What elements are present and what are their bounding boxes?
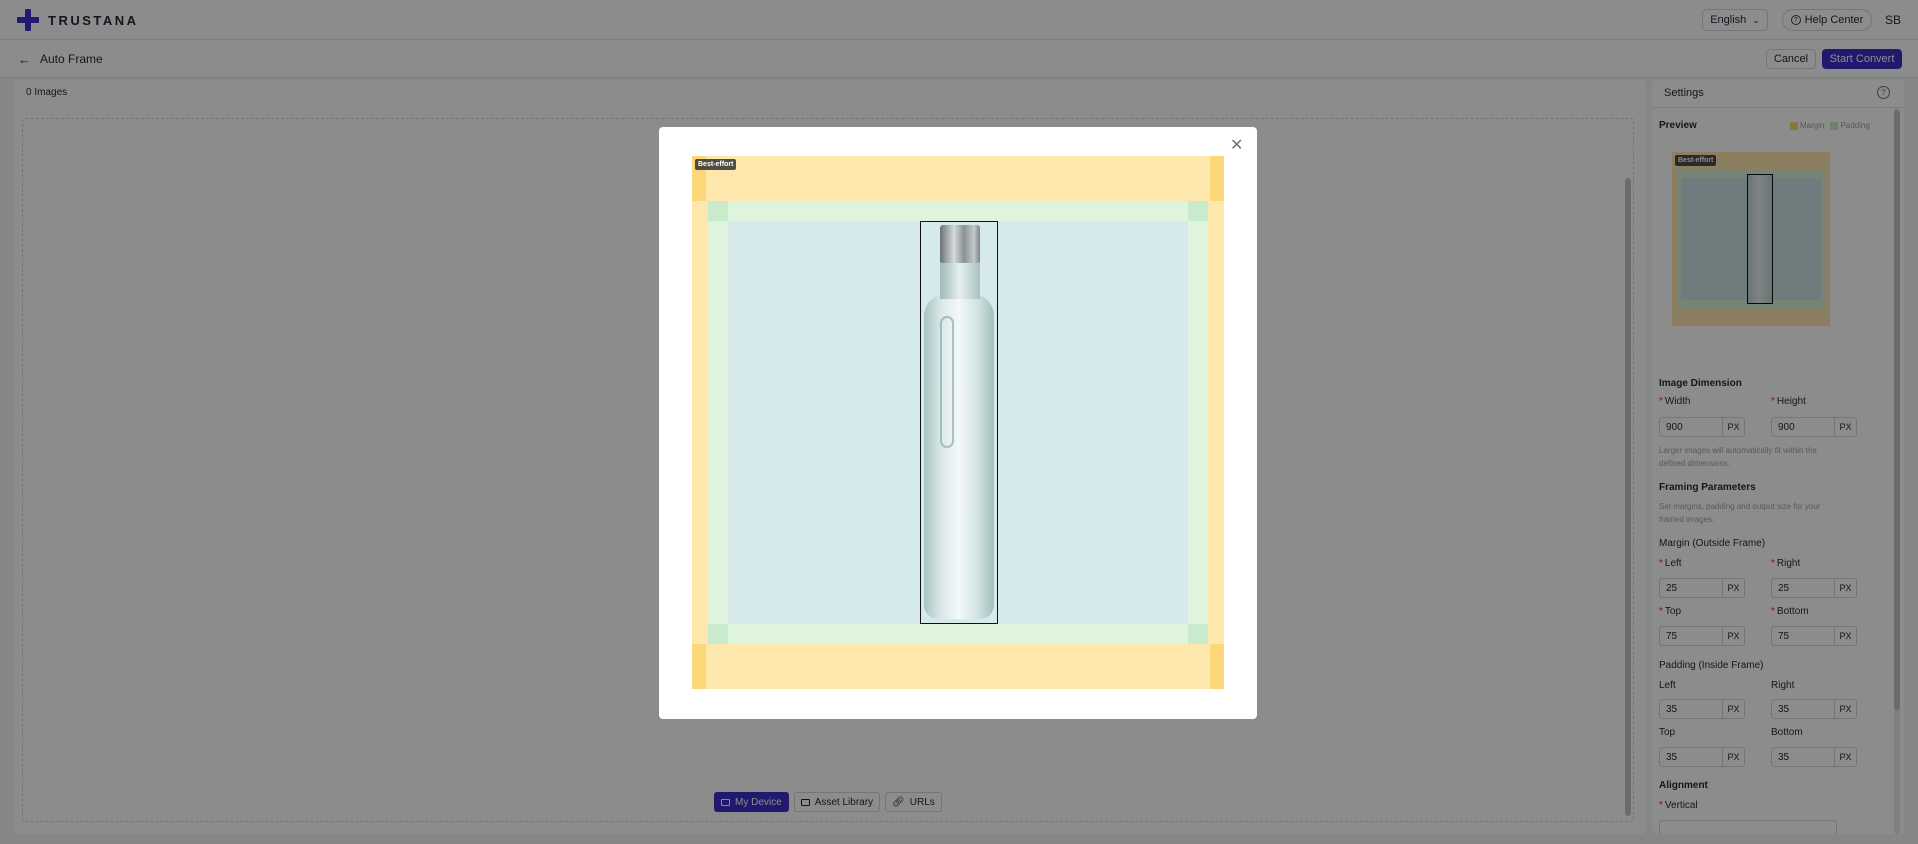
bottle-body: [924, 294, 994, 619]
framed-image-preview: Best-effort: [692, 156, 1224, 689]
padding-corner: [708, 624, 728, 644]
margin-corner: [1210, 156, 1224, 201]
bottle-neck: [940, 263, 980, 299]
preview-modal: ✕ Best-effort: [659, 127, 1257, 719]
close-icon[interactable]: ✕: [1230, 135, 1243, 155]
padding-corner: [1188, 201, 1208, 221]
bottle-cap: [940, 225, 980, 263]
margin-corner: [692, 644, 706, 689]
padding-corner: [1188, 624, 1208, 644]
margin-corner: [1210, 644, 1224, 689]
best-effort-tag: Best-effort: [695, 159, 737, 170]
product-bounding-box: [920, 221, 998, 624]
padding-corner: [708, 201, 728, 221]
